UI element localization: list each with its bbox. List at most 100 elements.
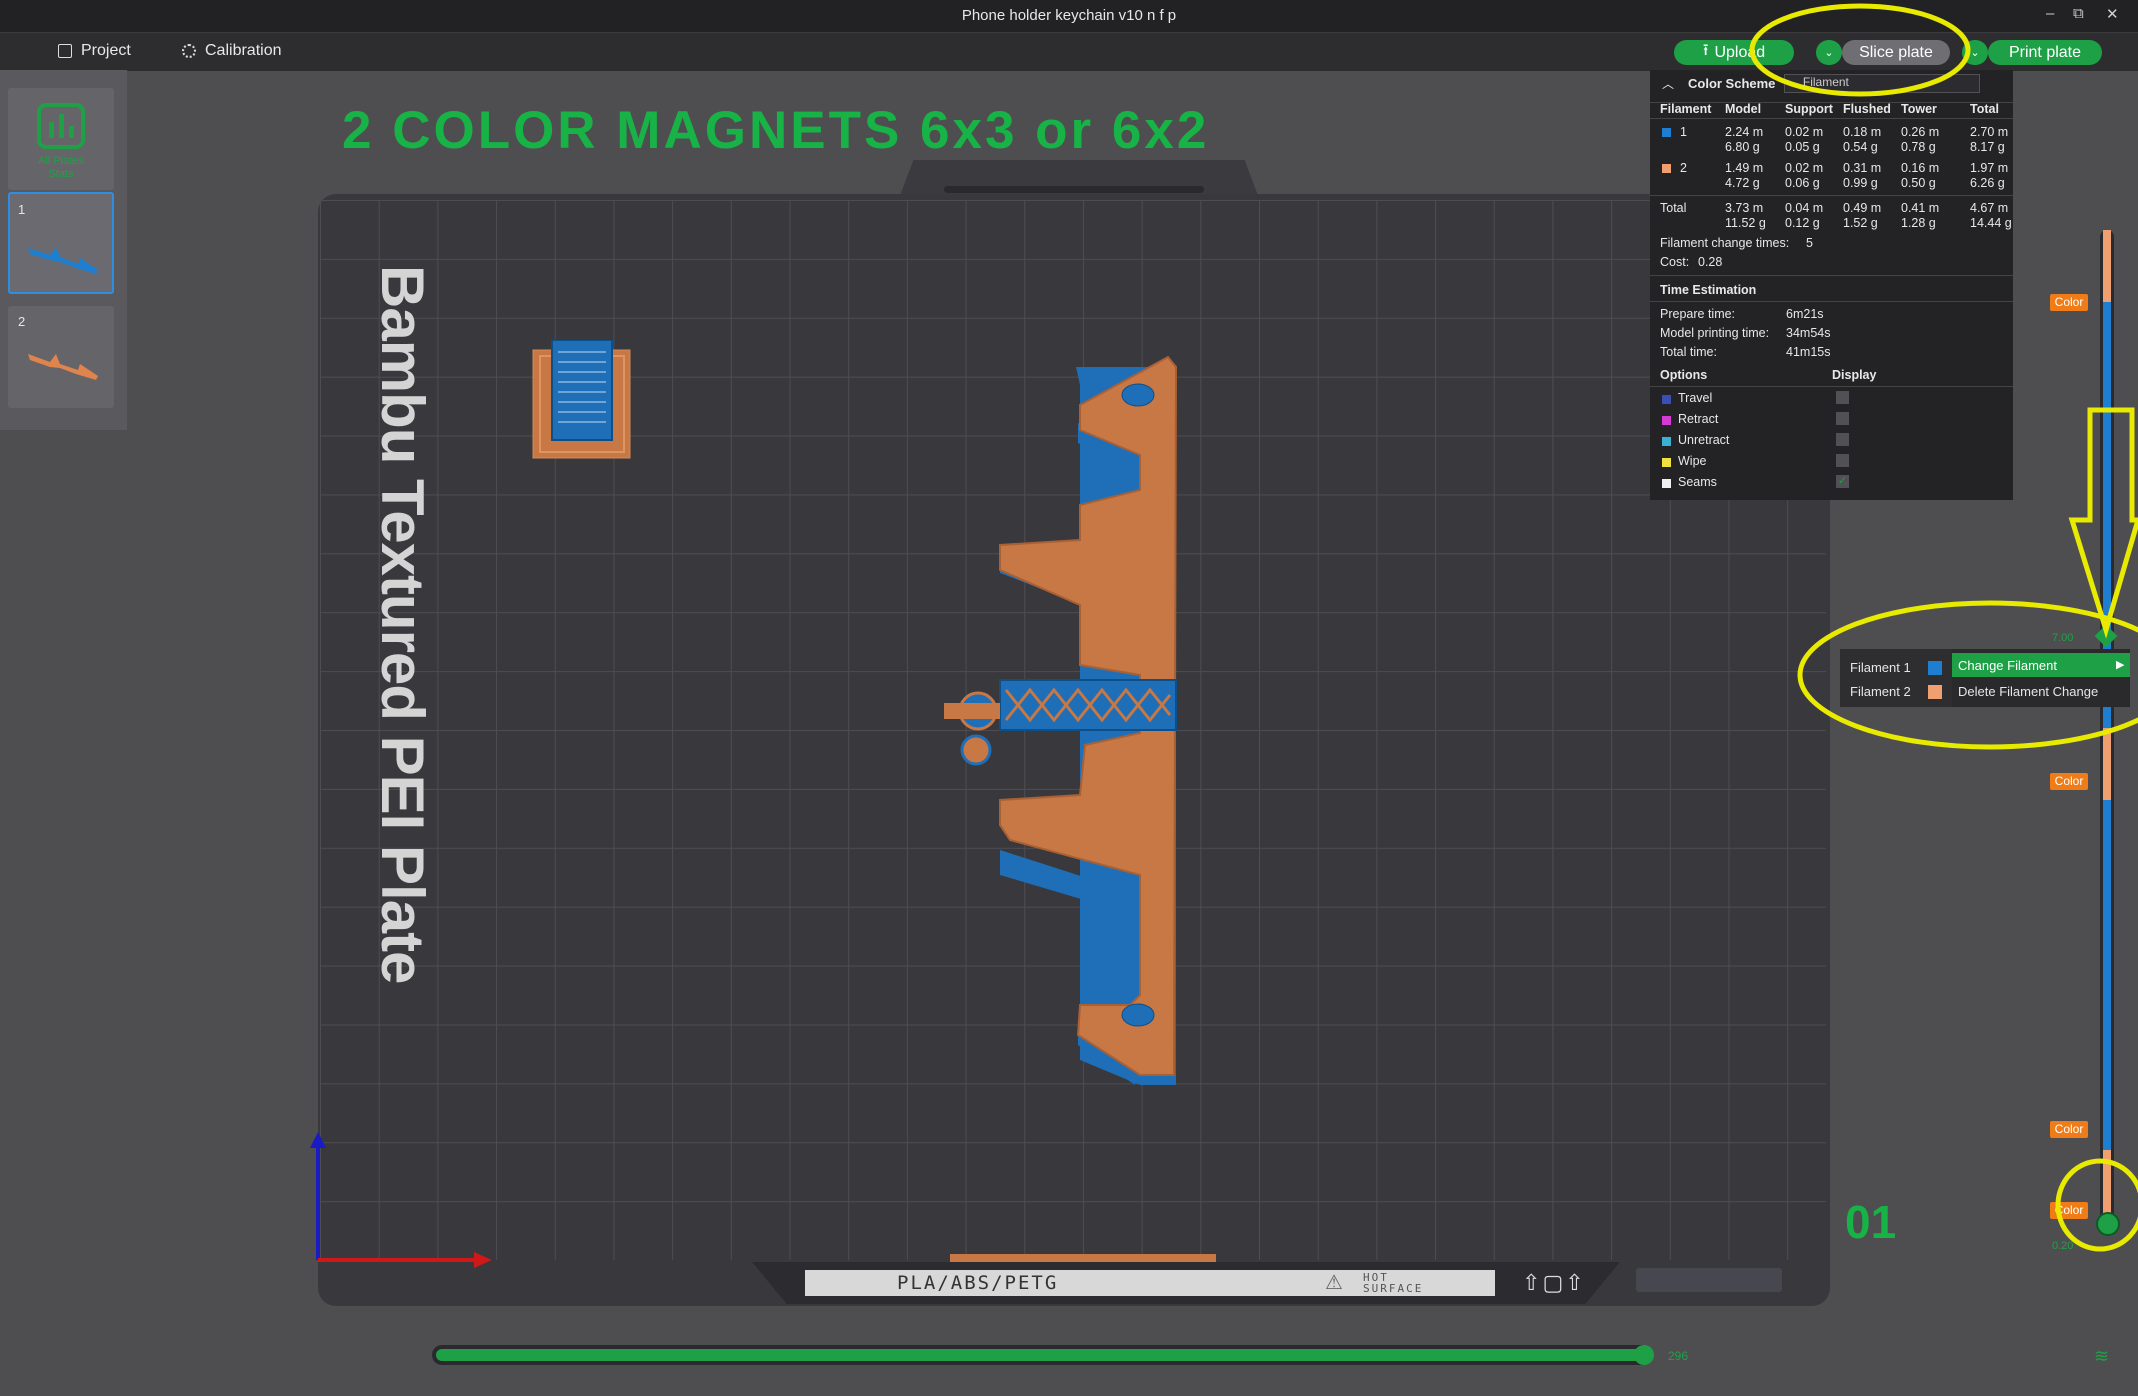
filament-1-item[interactable]: Filament 1: [1850, 660, 1911, 675]
upload-icon: ⭱: [1702, 42, 1709, 59]
col-flushed: Flushed: [1843, 102, 1891, 116]
option-seams-checkbox[interactable]: ✓: [1836, 475, 1849, 488]
plate-thumbnail-2[interactable]: 2: [8, 306, 114, 408]
option-retract-checkbox[interactable]: [1836, 412, 1849, 425]
value: 0.78 g: [1901, 140, 1936, 154]
filament-context-menu: Filament 1 Filament 2 Change Filament ▶ …: [1840, 649, 2130, 707]
move-slider-value: 296: [1668, 1349, 1689, 1363]
chevron-down-icon: ⌄: [1970, 47, 1980, 59]
color-change-tag[interactable]: Color: [2050, 1121, 2088, 1138]
value: 6.80 g: [1725, 140, 1760, 154]
value: 0.12 g: [1785, 216, 1820, 230]
title-bar: Phone holder keychain v10 n f p – ⧉ ✕: [0, 0, 2138, 32]
table-cell: 0.41 m 1.28 g: [1901, 201, 1939, 231]
layer-bottom-value: 0.20: [2052, 1240, 2074, 1252]
model-time-value: 34m54s: [1786, 326, 1831, 340]
color-change-tag[interactable]: Color: [2050, 773, 2088, 790]
model-time-label: Model printing time:: [1660, 326, 1770, 340]
project-tab[interactable]: Project: [58, 42, 131, 60]
option-wipe-label: Wipe: [1678, 454, 1707, 468]
option-seams-label: Seams: [1678, 475, 1717, 489]
bed-slot: [944, 186, 1204, 193]
table-cell: 1.49 m 4.72 g: [1725, 161, 1763, 191]
table-cell: 0.49 m 1.52 g: [1843, 201, 1881, 231]
filament-2-swatch: [1662, 164, 1671, 173]
value: 2.70 m: [1970, 125, 2009, 139]
menu-bar: Project Calibration ⭱ Upload ⌄ Slice pla…: [0, 32, 2138, 71]
print-plate-button[interactable]: Print plate: [1988, 40, 2102, 65]
col-tower: Tower: [1901, 102, 1937, 116]
print-dropdown-button[interactable]: ⌄: [1962, 40, 1988, 65]
all-plates-label: All Plates Stats: [38, 155, 84, 180]
table-cell: 0.02 m 0.05 g: [1785, 125, 1823, 155]
table-cell: 0.31 m 0.99 g: [1843, 161, 1881, 191]
options-label: Options: [1660, 368, 1708, 382]
close-button[interactable]: ✕: [2106, 5, 2119, 23]
value: 4.67 m: [1970, 201, 2009, 215]
seams-swatch: [1662, 479, 1671, 488]
display-label: Display: [1832, 368, 1877, 382]
color-change-tag[interactable]: Color: [2050, 294, 2088, 311]
prepare-time-value: 6m21s: [1786, 307, 1824, 321]
prepare-time-label: Prepare time:: [1660, 307, 1736, 321]
phone-holder-model[interactable]: [940, 355, 1180, 1095]
bed-label-text: PLA/ABS/PETG: [897, 1272, 1059, 1294]
up-arrow-icon: ⇧: [1565, 1270, 1586, 1295]
stats-chart-icon: [37, 103, 85, 149]
table-cell: 2.24 m 6.80 g: [1725, 125, 1763, 155]
calibration-tab[interactable]: Calibration: [182, 42, 281, 60]
option-travel-checkbox[interactable]: [1836, 391, 1849, 404]
minimize-button[interactable]: –: [2046, 5, 2054, 22]
total-label: Total: [1660, 201, 1687, 215]
cost-label: Cost:: [1660, 255, 1690, 269]
slice-dropdown-button[interactable]: ⌄: [1816, 40, 1842, 65]
change-filament-label: Change Filament: [1958, 658, 2057, 673]
travel-swatch: [1662, 395, 1671, 404]
value: 6.26 g: [1970, 176, 2005, 190]
frame-icon: ▢: [1542, 1270, 1566, 1295]
value: 0.50 g: [1901, 176, 1936, 190]
change-filament-item[interactable]: Change Filament ▶: [1952, 653, 2130, 677]
value: 0.16 m: [1901, 161, 1940, 175]
table-cell: 0.16 m 0.50 g: [1901, 161, 1939, 191]
magnet-part[interactable]: [532, 339, 632, 460]
value: 11.52 g: [1725, 216, 1766, 230]
slice-plate-button[interactable]: Slice plate: [1842, 40, 1950, 65]
bed-edge-marker: [950, 1254, 1216, 1262]
layer-slider[interactable]: [2090, 228, 2130, 1238]
filament-2-item[interactable]: Filament 2: [1850, 684, 1911, 699]
table-cell: 0.18 m 0.54 g: [1843, 125, 1881, 155]
slice-stats-panel: ︿ Color Scheme ⌄ Filament Filament Model…: [1650, 70, 2013, 500]
layer-slider-bottom-thumb[interactable]: [2096, 1212, 2120, 1236]
upload-button[interactable]: ⭱ Upload: [1674, 40, 1794, 65]
plate-2-preview: [28, 354, 98, 380]
value: 0.06 g: [1785, 176, 1820, 190]
move-slider[interactable]: [436, 1349, 1646, 1361]
delete-filament-change-item[interactable]: Delete Filament Change: [1952, 679, 2130, 703]
retract-swatch: [1662, 416, 1671, 425]
plate-thumbnail-1[interactable]: 1: [8, 192, 114, 294]
divider: [1650, 301, 2013, 302]
warning-icon: ⚠: [1325, 1272, 1343, 1294]
value: 4.72 g: [1725, 176, 1760, 190]
unretract-swatch: [1662, 437, 1671, 446]
divider: [1650, 118, 2013, 119]
color-scheme-select[interactable]: ⌄ Filament: [1784, 74, 1980, 93]
option-wipe-checkbox[interactable]: [1836, 454, 1849, 467]
all-plates-stats-button[interactable]: All Plates Stats: [8, 88, 114, 190]
move-slider-thumb[interactable]: [1634, 1345, 1654, 1365]
layers-icon[interactable]: ≋: [2094, 1346, 2109, 1367]
filament-2-color: [1928, 685, 1942, 699]
divider: [1650, 275, 2013, 276]
option-unretract-checkbox[interactable]: [1836, 433, 1849, 446]
hot-surface-text: HOT SURFACE: [1363, 1271, 1424, 1295]
restore-button[interactable]: ⧉: [2073, 5, 2084, 22]
chevron-down-icon: ⌄: [1824, 47, 1834, 59]
value: 2.24 m: [1725, 125, 1764, 139]
collapse-icon[interactable]: ︿: [1662, 75, 1674, 92]
plate-number-indicator: 01: [1845, 1196, 1897, 1248]
table-cell: 1.97 m 6.26 g: [1970, 161, 2008, 191]
annotation-title: 2 COLOR MAGNETS 6x3 or 6x2: [342, 101, 1210, 160]
color-change-tag[interactable]: Color: [2050, 1202, 2088, 1219]
filament-submenu: Filament 1 Filament 2: [1840, 649, 1952, 707]
